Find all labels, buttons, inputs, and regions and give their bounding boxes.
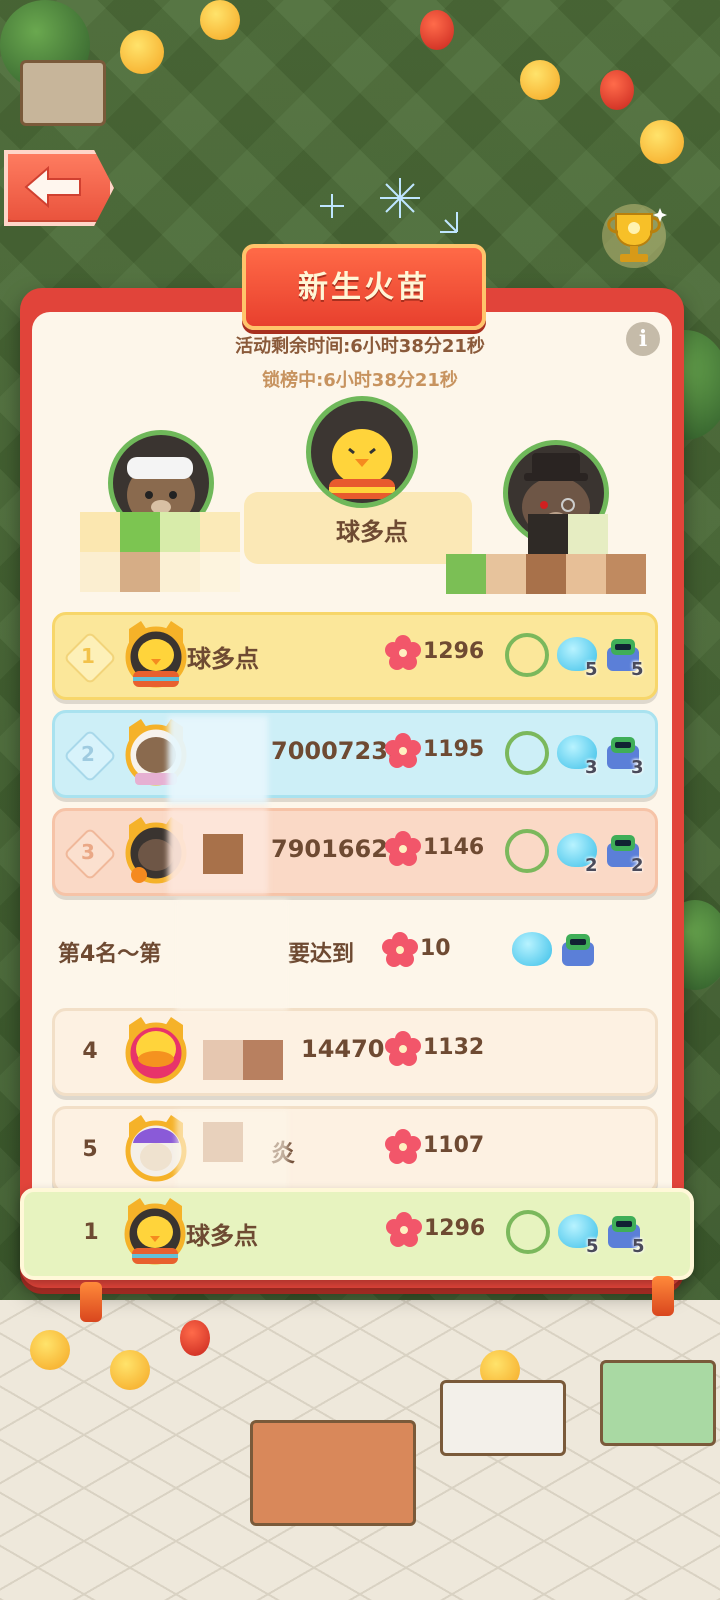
lantern-decoration — [420, 10, 454, 50]
privacy-blur — [176, 1110, 288, 1190]
privacy-mosaic — [80, 552, 240, 592]
chick-decoration — [110, 1350, 150, 1390]
chick-avatar-icon — [329, 429, 395, 499]
rank-number: 5 — [82, 1137, 98, 1162]
building-decoration — [600, 1360, 716, 1446]
robot-count: 3 — [631, 757, 644, 778]
chick-avatar-icon — [125, 621, 187, 688]
flower-icon — [385, 831, 421, 866]
flower-icon — [385, 733, 421, 768]
flower-icon — [382, 932, 418, 967]
threshold-value: 10 — [420, 936, 451, 961]
rank-number: 3 — [81, 840, 95, 864]
my-player-name: 球多点 — [186, 1222, 258, 1250]
vine-ring-icon — [506, 1210, 550, 1254]
flower-icon — [385, 1031, 421, 1066]
privacy-mosaic — [203, 834, 243, 874]
privacy-blur — [168, 716, 268, 804]
back-button[interactable] — [4, 150, 114, 226]
leaderboard-row-1[interactable]: 1 球多点 1296 5 5 — [52, 612, 658, 700]
building-decoration — [20, 60, 106, 126]
lantern-decoration — [180, 1320, 210, 1356]
robot-count: 5 — [631, 659, 644, 680]
event-title: 新生火苗 — [298, 270, 430, 305]
score-value: 1132 — [423, 1035, 485, 1060]
robot-count: 5 — [632, 1236, 645, 1257]
my-rank-number: 1 — [83, 1220, 99, 1245]
chick-avatar-icon — [125, 1017, 187, 1084]
robot-cat-icon — [562, 934, 594, 966]
flower-icon — [385, 635, 421, 670]
info-icon[interactable]: i — [626, 322, 660, 356]
my-score-value: 1296 — [424, 1216, 486, 1241]
leaderboard-row-5[interactable]: 5 炎 1107 — [52, 1106, 658, 1194]
firecracker-decoration — [652, 1276, 674, 1316]
leaderboard-row-2[interactable]: 2 70007233 1195 3 3 — [52, 710, 658, 798]
rank-number: 1 — [81, 644, 95, 668]
privacy-mosaic — [528, 514, 608, 554]
my-rank-row[interactable]: 1 球多点 1296 5 5 — [20, 1188, 694, 1280]
flower-icon — [386, 1212, 422, 1247]
chick-decoration — [640, 120, 684, 164]
slime-count: 3 — [585, 757, 598, 778]
podium-first-name: 球多点 — [336, 518, 408, 546]
robot-count: 2 — [631, 855, 644, 876]
cake-stand-decoration — [440, 1380, 566, 1456]
blue-slime-icon — [512, 932, 552, 966]
score-value: 1195 — [423, 737, 485, 762]
slime-count: 5 — [586, 1236, 599, 1257]
trophy-button[interactable] — [598, 200, 670, 272]
vine-ring-icon — [505, 633, 549, 677]
chick-avatar-icon — [124, 1198, 186, 1265]
player-name: 球多点 — [187, 645, 259, 673]
player-name: 14470 — [301, 1035, 385, 1063]
food-truck-decoration — [250, 1420, 416, 1526]
trophy-icon — [602, 204, 667, 268]
score-value: 1146 — [423, 835, 485, 860]
lantern-decoration — [600, 70, 634, 110]
threshold-prefix: 第4名～第 — [58, 942, 162, 967]
flower-icon — [385, 1129, 421, 1164]
firecracker-decoration — [80, 1282, 102, 1322]
podium-first-avatar[interactable] — [306, 396, 418, 508]
chick-decoration — [120, 30, 164, 74]
slime-count: 2 — [585, 855, 598, 876]
score-value: 1296 — [423, 639, 485, 664]
privacy-blur — [176, 900, 288, 1010]
chick-decoration — [520, 60, 560, 100]
rank-number: 2 — [81, 742, 95, 766]
privacy-mosaic — [203, 1040, 283, 1080]
vine-ring-icon — [505, 731, 549, 775]
time-remaining-text: 活动剩余时间:6小时38分21秒 — [235, 336, 485, 357]
privacy-mosaic — [446, 554, 646, 594]
event-title-banner: 新生火苗 — [242, 244, 486, 330]
slime-count: 5 — [585, 659, 598, 680]
score-value: 1107 — [423, 1133, 485, 1158]
rank-number: 4 — [82, 1039, 98, 1064]
chick-decoration — [30, 1330, 70, 1370]
leaderboard-row-3[interactable]: 3 79016620 1146 2 2 — [52, 808, 658, 896]
threshold-suffix: 要达到 — [288, 942, 355, 967]
privacy-mosaic — [80, 512, 240, 552]
chick-decoration — [200, 0, 240, 40]
vine-ring-icon — [505, 829, 549, 873]
threshold-info: 第4名～第 要达到 10 — [52, 924, 662, 980]
lock-time-text: 锁榜中:6小时38分21秒 — [262, 370, 458, 391]
arrow-left-icon — [24, 165, 81, 209]
leaderboard-row-4[interactable]: 4 14470 1132 — [52, 1008, 658, 1096]
